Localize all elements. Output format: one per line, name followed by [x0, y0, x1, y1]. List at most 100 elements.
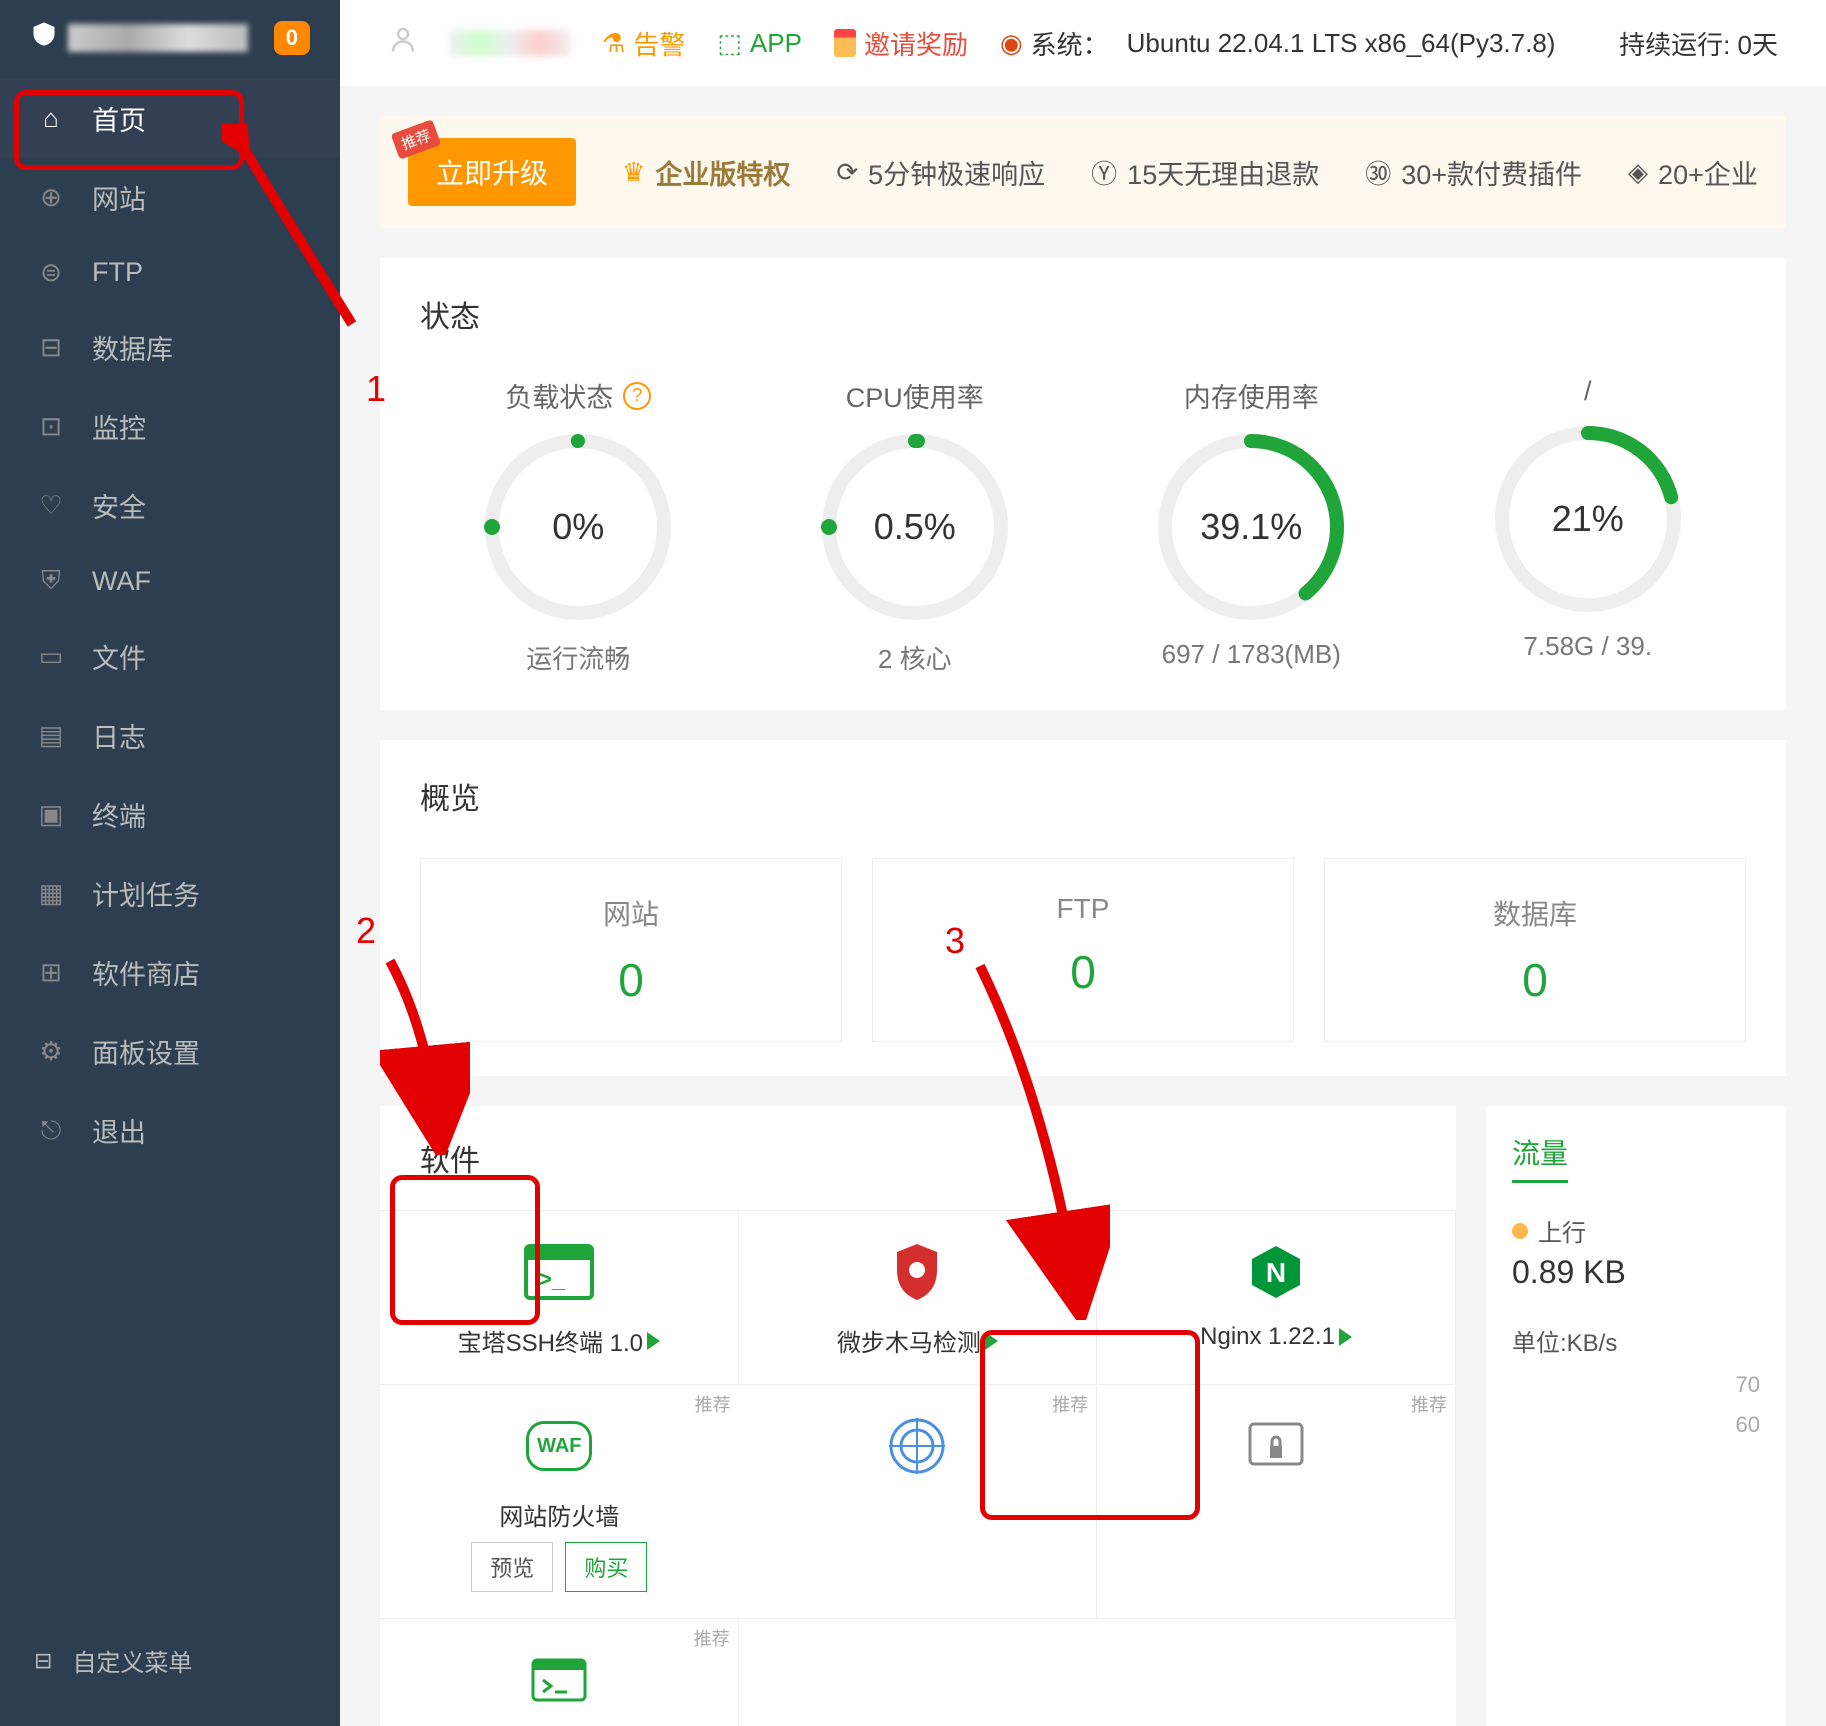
user-icon[interactable] [388, 24, 418, 62]
shield-red-icon [892, 1242, 942, 1302]
traffic-uplink: 上行 [1512, 1213, 1760, 1248]
software-waf: 推荐 WAF 网站防火墙 预览 购买 [380, 1385, 739, 1619]
nav-security[interactable]: ♡ 安全 [0, 466, 340, 545]
clock-icon: ⟳ [836, 157, 858, 188]
upgrade-button[interactable]: 立即升级 [408, 138, 576, 206]
traffic-unit: 单位:KB/s [1512, 1323, 1760, 1358]
annotation-2: 2 [356, 910, 376, 952]
nav-label: 数据库 [92, 328, 173, 367]
overview-row: 网站 0 FTP 0 数据库 0 [420, 858, 1746, 1042]
monitor-icon: ⊡ [34, 411, 68, 442]
sidebar-footer[interactable]: ⊟ 自定义菜单 [0, 1623, 340, 1698]
nav-label: 监控 [92, 407, 146, 446]
software-ssh[interactable]: 宝塔SSH终端 1.0 [380, 1211, 739, 1385]
status-row: 负载状态 ? 0% 运行流畅 CPU使用率 [420, 376, 1746, 676]
promo-enterprise[interactable]: ♛ 企业版特权 [622, 153, 790, 192]
promo-upgrade-wrapper: 推荐 立即升级 [408, 138, 576, 206]
nav-label: 计划任务 [92, 874, 200, 913]
ftp-icon: ⊜ [34, 257, 68, 288]
nav-ftp[interactable]: ⊜ FTP [0, 237, 340, 308]
traffic-tab[interactable]: 流量 [1512, 1132, 1568, 1183]
status-panel: 状态 负载状态 ? 0% 运行流畅 CPU使用率 [380, 258, 1786, 710]
terminal-icon: ▣ [34, 799, 68, 830]
nav-label: FTP [92, 257, 143, 288]
topbar-alert[interactable]: ⚗ 告警 [602, 25, 685, 62]
promo-response[interactable]: ⟳ 5分钟极速响应 [836, 153, 1045, 192]
overview-ftp[interactable]: FTP 0 [872, 858, 1294, 1042]
log-icon: ▤ [34, 720, 68, 751]
terminal-green-icon [529, 1656, 589, 1704]
promo-refund[interactable]: Ⓨ 15天无理由退款 [1091, 153, 1319, 192]
nav-terminal[interactable]: ▣ 终端 [0, 775, 340, 854]
status-cpu[interactable]: CPU使用率 0.5% 2 核心 [757, 376, 1074, 676]
folder-icon: ▭ [34, 641, 68, 672]
nav-files[interactable]: ▭ 文件 [0, 617, 340, 696]
preview-button[interactable]: 预览 [471, 1542, 553, 1592]
grid-icon: ⊞ [34, 957, 68, 988]
promo-plugins[interactable]: ㉚ 30+款付费插件 [1365, 153, 1582, 192]
nav-database[interactable]: ⊟ 数据库 [0, 308, 340, 387]
status-memory[interactable]: 内存使用率 39.1% 697 / 1783(MB) [1093, 376, 1410, 676]
shield-icon: ♡ [34, 490, 68, 521]
nav-label: WAF [92, 566, 151, 597]
topbar-app[interactable]: ⬚ APP [717, 28, 802, 59]
logout-icon: ⎋ [34, 1115, 68, 1147]
help-icon[interactable]: ? [623, 382, 651, 410]
nav-home[interactable]: ⌂ 首页 [0, 79, 340, 158]
main-content: ⚗ 告警 ⬚ APP 邀请奖励 ◉ 系统： Ubuntu 22.04.1 LTS… [340, 0, 1826, 1726]
nav-label: 日志 [92, 716, 146, 755]
nginx-icon: N [1246, 1242, 1306, 1302]
software-item-6[interactable]: 推荐 [1097, 1385, 1456, 1619]
software-title: 软件 [380, 1136, 1456, 1210]
bottom-row: 软件 宝塔SSH终端 1.0 [380, 1106, 1786, 1726]
nav-logs[interactable]: ▤ 日志 [0, 696, 340, 775]
software-item-5[interactable]: 推荐 [739, 1385, 1098, 1619]
nav-website[interactable]: ⊕ 网站 [0, 158, 340, 237]
overview-website[interactable]: 网站 0 [420, 858, 842, 1042]
nav-appstore[interactable]: ⊞ 软件商店 [0, 933, 340, 1012]
nav-waf[interactable]: ⛨ WAF [0, 545, 340, 617]
waf-icon: ⛨ [34, 565, 68, 597]
nav-cron[interactable]: ▦ 计划任务 [0, 854, 340, 933]
traffic-panel: 流量 上行 0.89 KB 单位:KB/s 70 60 [1486, 1106, 1786, 1726]
nav-logout[interactable]: ⎋ 退出 [0, 1091, 340, 1170]
software-nginx[interactable]: N Nginx 1.22.1 [1097, 1211, 1456, 1385]
software-panel: 软件 宝塔SSH终端 1.0 [380, 1106, 1456, 1726]
topbar: ⚗ 告警 ⬚ APP 邀请奖励 ◉ 系统： Ubuntu 22.04.1 LTS… [340, 0, 1826, 86]
app-icon: ⬚ [717, 28, 742, 59]
target-icon [887, 1416, 947, 1476]
status-disk[interactable]: / 21% 7.58G / 39. [1430, 376, 1747, 676]
gear-icon: ⚙ [34, 1036, 68, 1067]
nav-label: 面板设置 [92, 1032, 200, 1071]
play-icon [985, 1332, 998, 1350]
svg-text:N: N [1266, 1257, 1286, 1288]
status-load[interactable]: 负载状态 ? 0% 运行流畅 [420, 376, 737, 676]
crown-icon: ♛ [622, 157, 645, 188]
lock-screen-icon [1246, 1420, 1306, 1472]
database-icon: ⊟ [34, 332, 68, 363]
nav-label: 软件商店 [92, 953, 200, 992]
overview-database[interactable]: 数据库 0 [1324, 858, 1746, 1042]
nav-settings[interactable]: ⚙ 面板设置 [0, 1012, 340, 1091]
logo-icon [30, 20, 58, 55]
topbar-invite[interactable]: 邀请奖励 [834, 25, 968, 62]
globe-icon: ⊕ [34, 182, 68, 213]
recommend-tag: 推荐 [694, 1625, 730, 1651]
buy-button[interactable]: 购买 [565, 1542, 647, 1592]
play-icon [647, 1332, 660, 1350]
recommend-tag: 推荐 [1052, 1391, 1088, 1417]
nav-label: 网站 [92, 178, 146, 217]
alert-icon: ⚗ [602, 28, 625, 59]
notification-badge[interactable]: 0 [274, 21, 310, 55]
software-scan[interactable]: 微步木马检测 [739, 1211, 1098, 1385]
traffic-scale-70: 70 [1512, 1372, 1760, 1398]
recommend-tag: 推荐 [695, 1391, 731, 1417]
software-item-7[interactable]: 推荐 [380, 1619, 739, 1726]
promo-enterprise2[interactable]: ◈ 20+企业 [1628, 153, 1758, 192]
nav-monitor[interactable]: ⊡ 监控 [0, 387, 340, 466]
software-grid: 宝塔SSH终端 1.0 微步木马检测 [380, 1210, 1456, 1726]
nav-label: 首页 [92, 99, 146, 138]
home-icon: ⌂ [34, 103, 68, 134]
runtime-text: 持续运行: 0天 [1619, 25, 1778, 62]
waf-app-icon: WAF [526, 1421, 592, 1471]
